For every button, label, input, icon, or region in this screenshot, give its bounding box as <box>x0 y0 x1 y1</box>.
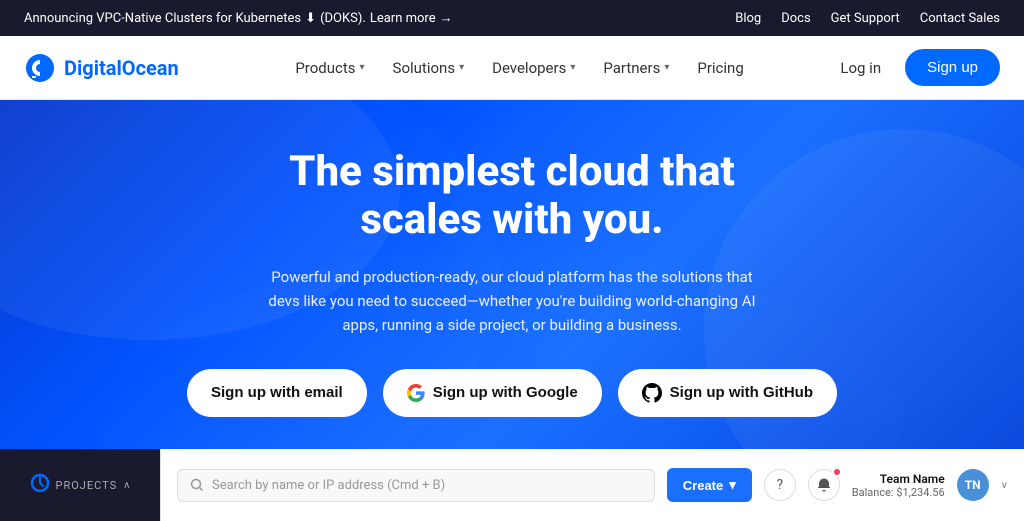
team-info: Team Name Balance: $1,234.56 <box>852 472 945 499</box>
notifications-button[interactable] <box>808 469 840 501</box>
bell-icon <box>816 477 832 493</box>
signup-github-button[interactable]: Sign up with GitHub <box>618 369 837 417</box>
hero-title: The simplest cloud that scales with you. <box>232 148 792 245</box>
developers-chevron-icon: ▾ <box>570 62 575 73</box>
avatar: TN <box>957 469 989 501</box>
projects-label: PROJECTS <box>56 479 118 492</box>
dashboard-preview: PROJECTS ∧ Search by name or IP address … <box>0 449 1024 521</box>
team-balance: Balance: $1,234.56 <box>852 486 945 499</box>
github-icon <box>642 383 662 403</box>
announcement-product: (DOKS). <box>320 11 366 26</box>
nav-developers[interactable]: Developers ▾ <box>480 51 587 85</box>
search-icon <box>190 478 204 492</box>
partners-chevron-icon: ▾ <box>664 62 669 73</box>
account-dropdown-caret-icon[interactable]: ∨ <box>1001 480 1008 491</box>
notification-badge <box>832 467 842 477</box>
navbar: DigitalOcean Products ▾ Solutions ▾ Deve… <box>0 36 1024 100</box>
team-name: Team Name <box>880 472 945 486</box>
nav-links: Products ▾ Solutions ▾ Developers ▾ Part… <box>211 51 829 85</box>
hero-subtitle: Powerful and production-ready, our cloud… <box>262 265 762 337</box>
products-chevron-icon: ▾ <box>360 62 365 73</box>
solutions-chevron-icon: ▾ <box>459 62 464 73</box>
dashboard-sidebar: PROJECTS ∧ <box>0 449 160 521</box>
nav-partners[interactable]: Partners ▾ <box>591 51 681 85</box>
hero-buttons: Sign up with email Sign up with Google S… <box>187 369 837 417</box>
top-nav-links: Blog Docs Get Support Contact Sales <box>735 11 1000 26</box>
signup-google-button[interactable]: Sign up with Google <box>383 369 602 417</box>
contact-sales-link[interactable]: Contact Sales <box>920 11 1000 26</box>
create-button[interactable]: Create ▾ <box>667 468 752 502</box>
dashboard-right-controls: ? Team Name Balance: $1,234.56 TN ∨ <box>764 469 1008 501</box>
search-bar[interactable]: Search by name or IP address (Cmd + B) <box>177 469 655 502</box>
help-button[interactable]: ? <box>764 469 796 501</box>
announcement-link[interactable]: Announcing VPC-Native Clusters for Kuber… <box>24 10 453 26</box>
nav-right: Log in Sign up <box>828 49 1000 86</box>
announcement-icon: ⬇ <box>305 11 316 26</box>
arrow-icon: → <box>440 10 453 26</box>
learn-more-link[interactable]: Learn more <box>370 11 436 26</box>
sidebar-projects-row[interactable]: PROJECTS ∧ <box>30 473 131 498</box>
nav-solutions[interactable]: Solutions ▾ <box>381 51 477 85</box>
announcement-text: Announcing VPC-Native Clusters for Kuber… <box>24 11 301 26</box>
login-button[interactable]: Log in <box>828 51 893 85</box>
google-icon <box>407 384 425 402</box>
support-link[interactable]: Get Support <box>831 11 900 26</box>
create-chevron-icon: ▾ <box>729 477 736 493</box>
hero-section: The simplest cloud that scales with you.… <box>0 100 1024 449</box>
logo[interactable]: DigitalOcean <box>24 52 179 84</box>
docs-link[interactable]: Docs <box>781 11 810 26</box>
logo-text: DigitalOcean <box>64 56 179 80</box>
signup-button[interactable]: Sign up <box>905 49 1000 86</box>
announcement-bar: Announcing VPC-Native Clusters for Kuber… <box>0 0 1024 36</box>
search-placeholder: Search by name or IP address (Cmd + B) <box>212 478 445 493</box>
signup-email-button[interactable]: Sign up with email <box>187 369 367 417</box>
dashboard-main: Search by name or IP address (Cmd + B) C… <box>160 449 1024 521</box>
projects-chevron-icon: ∧ <box>123 480 130 491</box>
logo-icon <box>24 52 56 84</box>
projects-icon <box>30 473 50 498</box>
nav-pricing[interactable]: Pricing <box>685 51 755 85</box>
blog-link[interactable]: Blog <box>735 11 761 26</box>
nav-products[interactable]: Products ▾ <box>283 51 376 85</box>
